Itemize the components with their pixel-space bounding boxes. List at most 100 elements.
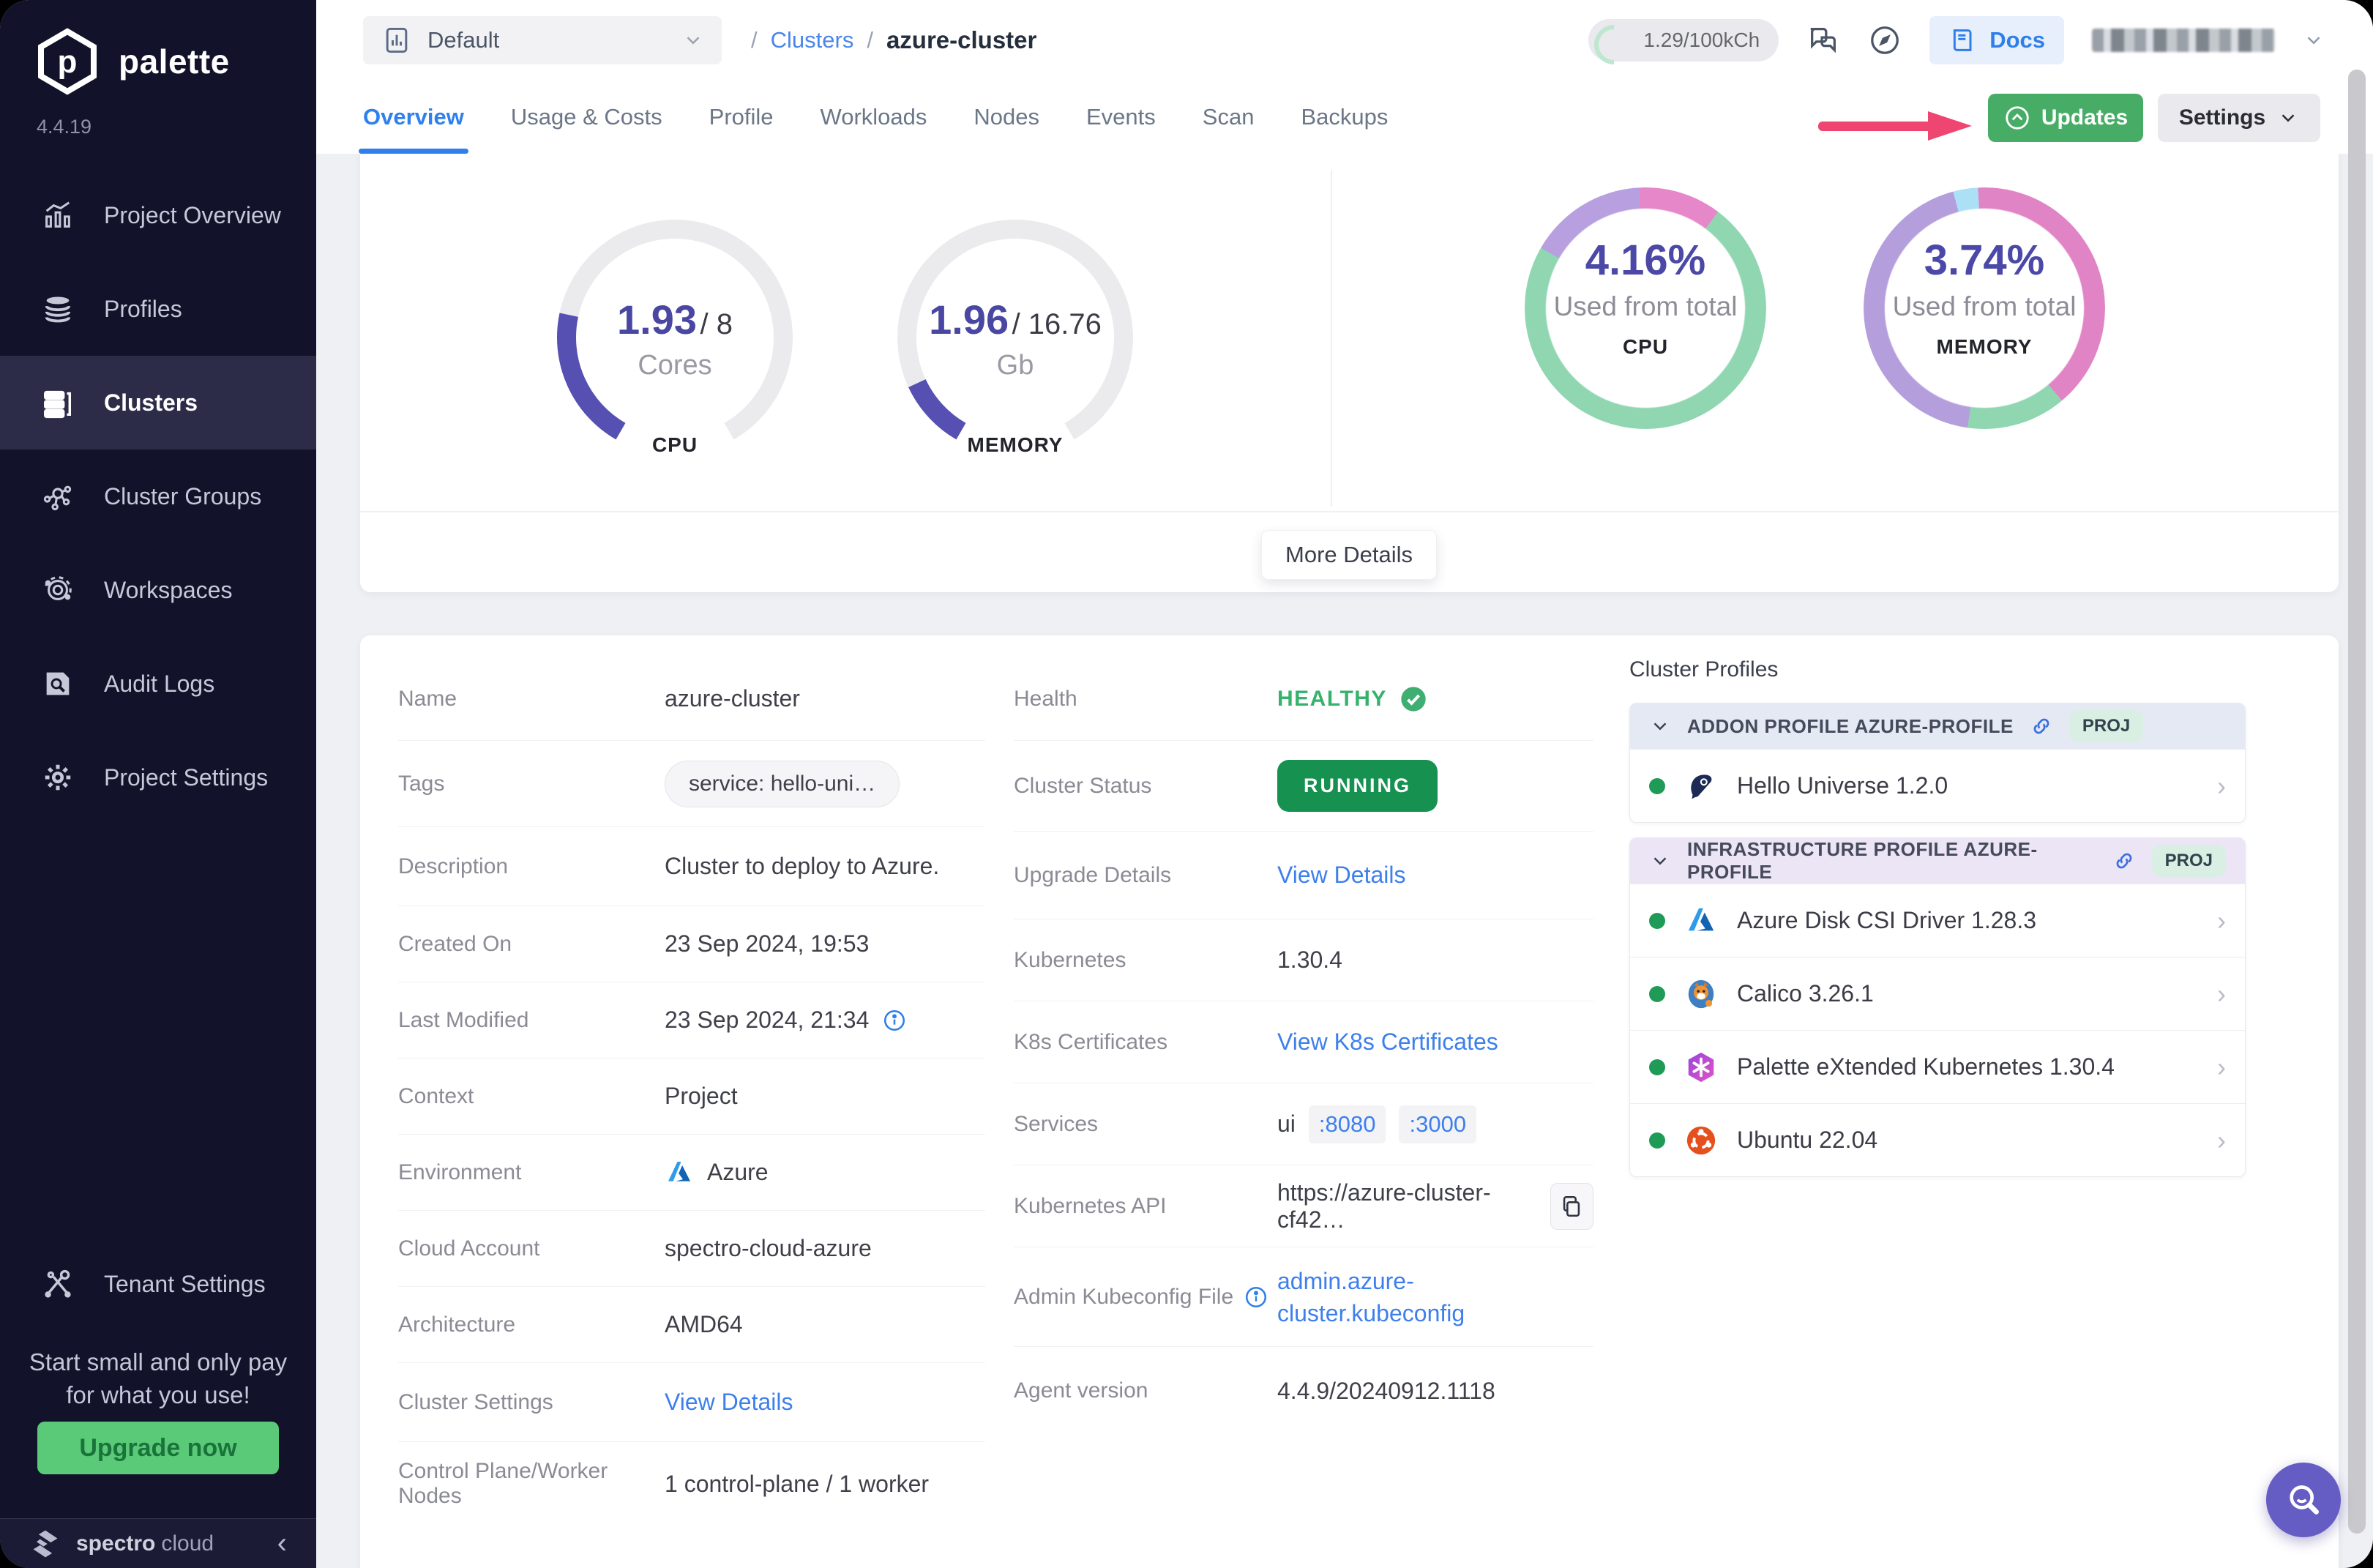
link-icon[interactable] <box>2112 849 2136 873</box>
tab-usage-costs[interactable]: Usage & Costs <box>511 81 662 154</box>
link-icon[interactable] <box>2030 714 2053 738</box>
tab-scan[interactable]: Scan <box>1203 81 1255 154</box>
tag-chip[interactable]: service: hello-uni… <box>665 761 900 807</box>
copy-button[interactable] <box>1550 1183 1593 1230</box>
cpu-donut-label: Used from total <box>1525 291 1766 322</box>
tab-events[interactable]: Events <box>1086 81 1156 154</box>
sidebar-item-cluster-groups[interactable]: Cluster Groups <box>0 449 316 543</box>
sidebar-item-clusters[interactable]: Clusters <box>0 356 316 449</box>
sidebar-item-profiles[interactable]: Profiles <box>0 262 316 356</box>
upgrade-promo-text: Start small and only pay for what you us… <box>0 1345 316 1411</box>
user-menu-chevron-icon[interactable] <box>2303 29 2325 51</box>
footer-brand-bold: spectro <box>76 1531 155 1556</box>
docs-button-label: Docs <box>1989 27 2045 53</box>
updates-button-label: Updates <box>2041 105 2128 130</box>
project-selector-value: Default <box>427 27 499 53</box>
layers-icon <box>41 292 75 326</box>
detail-row-health: Health HEALTHY <box>1014 657 1593 741</box>
docs-button[interactable]: Docs <box>1929 16 2064 64</box>
sidebar-item-project-overview[interactable]: Project Overview <box>0 168 316 262</box>
profile-pack-hello-universe[interactable]: Hello Universe 1.2.0 › <box>1630 749 2245 822</box>
scrollbar[interactable] <box>2348 70 2366 1534</box>
sidebar-collapse-icon[interactable]: ‹ <box>277 1527 287 1560</box>
cpu-unit: Cores <box>554 350 796 381</box>
search-icon <box>2283 1479 2324 1520</box>
sidebar-item-audit-logs[interactable]: Audit Logs <box>0 637 316 731</box>
infrastructure-profile-header[interactable]: INFRASTRUCTURE PROFILE AZURE-PROFILE PRO… <box>1630 838 2245 884</box>
usage-quota-pill[interactable]: 1.29/100kCh <box>1588 19 1779 61</box>
sidebar-item-project-settings[interactable]: Project Settings <box>0 731 316 824</box>
palette-logo: p palette <box>32 26 230 97</box>
chat-icon[interactable] <box>1806 23 1840 57</box>
sidebar-footer: spectro cloud ‹ <box>0 1518 316 1568</box>
cluster-details-card: Name azure-cluster Tags service: hello-u… <box>360 635 2339 1568</box>
tab-nodes[interactable]: Nodes <box>974 81 1039 154</box>
service-port-link[interactable]: :8080 <box>1309 1105 1386 1143</box>
k8s-certificates-link[interactable]: View K8s Certificates <box>1277 1028 1498 1056</box>
kubeconfig-download-link[interactable]: admin.azure-cluster.kubeconfig <box>1277 1265 1497 1329</box>
health-status: HEALTHY <box>1277 687 1387 712</box>
sidebar-item-workspaces[interactable]: Workspaces <box>0 543 316 637</box>
tab-profile[interactable]: Profile <box>709 81 774 154</box>
breadcrumb-link-clusters[interactable]: Clusters <box>771 27 854 53</box>
detail-row-agent-version: Agent version 4.4.9/20240912.1118 <box>1014 1347 1593 1435</box>
updates-button[interactable]: Updates <box>1988 94 2143 142</box>
detail-row-kubernetes: Kubernetes 1.30.4 <box>1014 919 1593 1001</box>
compass-icon[interactable] <box>1868 23 1902 57</box>
service-port-link[interactable]: :3000 <box>1399 1105 1476 1143</box>
upgrade-now-button[interactable]: Upgrade now <box>37 1422 279 1474</box>
profile-pack-azure-disk-csi[interactable]: Azure Disk CSI Driver 1.28.3 › <box>1630 884 2245 957</box>
cluster-settings-link[interactable]: View Details <box>665 1389 793 1416</box>
calico-icon <box>1684 977 1718 1011</box>
pxk-icon <box>1684 1050 1718 1084</box>
detail-row-environment: Environment Azure <box>398 1135 985 1211</box>
pack-status-dot <box>1649 778 1665 794</box>
user-name-redacted <box>2092 29 2275 52</box>
tab-overview[interactable]: Overview <box>363 81 464 154</box>
spectro-cloud-logo-icon <box>29 1528 61 1560</box>
chevron-down-icon <box>1649 715 1671 737</box>
detail-row-description: Description Cluster to deploy to Azure. <box>398 827 985 906</box>
sidebar-item-label: Project Settings <box>104 764 268 791</box>
ubuntu-icon <box>1684 1124 1718 1157</box>
gear-icon <box>41 761 75 794</box>
detail-row-upgrade-details: Upgrade Details View Details <box>1014 832 1593 919</box>
project-selector[interactable]: Default <box>363 16 722 64</box>
sidebar-item-label: Profiles <box>104 296 182 323</box>
audit-search-icon <box>41 667 75 701</box>
settings-button[interactable]: Settings <box>2158 94 2320 142</box>
sidebar-item-label: Cluster Groups <box>104 483 261 510</box>
pack-status-dot <box>1649 1059 1665 1075</box>
memory-used-percent: 3.74% <box>1864 236 2105 285</box>
floating-search-button[interactable] <box>2266 1463 2341 1537</box>
chevron-right-icon: › <box>2217 1125 2226 1156</box>
tab-workloads[interactable]: Workloads <box>821 81 927 154</box>
card-footer-divider <box>360 511 2339 512</box>
network-icon <box>41 479 75 513</box>
app-version: 4.4.19 <box>37 116 91 138</box>
sidebar-item-label: Clusters <box>104 389 198 417</box>
info-icon[interactable] <box>1244 1285 1268 1310</box>
check-circle-icon <box>1399 684 1428 714</box>
profile-pack-palette-extended-k8s[interactable]: Palette eXtended Kubernetes 1.30.4 › <box>1630 1030 2245 1103</box>
book-icon <box>1948 26 1978 55</box>
memory-gauge: 1.96 / 16.76 Gb MEMORY <box>894 217 1136 458</box>
sidebar-item-tenant-settings[interactable]: Tenant Settings <box>0 1237 316 1331</box>
addon-profile-header[interactable]: ADDON PROFILE AZURE-PROFILE PROJ <box>1630 703 2245 749</box>
chevron-right-icon: › <box>2217 979 2226 1009</box>
profile-pack-ubuntu[interactable]: Ubuntu 22.04 › <box>1630 1103 2245 1176</box>
upgrade-details-link[interactable]: View Details <box>1277 862 1405 889</box>
profile-pack-calico[interactable]: Calico 3.26.1 › <box>1630 957 2245 1030</box>
project-chart-icon <box>381 24 413 56</box>
detail-row-cluster-settings: Cluster Settings View Details <box>398 1363 985 1442</box>
detail-row-nodes: Control Plane/Worker Nodes 1 control-pla… <box>398 1442 985 1526</box>
memory-gauge-label: MEMORY <box>894 433 1136 457</box>
chevron-right-icon: › <box>2217 771 2226 802</box>
info-icon[interactable] <box>882 1008 907 1033</box>
orbit-icon <box>41 573 75 607</box>
more-details-button[interactable]: More Details <box>1261 530 1437 580</box>
cpu-used-value: 1.93 <box>617 296 697 343</box>
detail-row-admin-kubeconfig: Admin Kubeconfig File admin.azure-cluste… <box>1014 1247 1593 1347</box>
memory-total-value: / 16.76 <box>1012 308 1102 340</box>
tab-backups[interactable]: Backups <box>1301 81 1388 154</box>
